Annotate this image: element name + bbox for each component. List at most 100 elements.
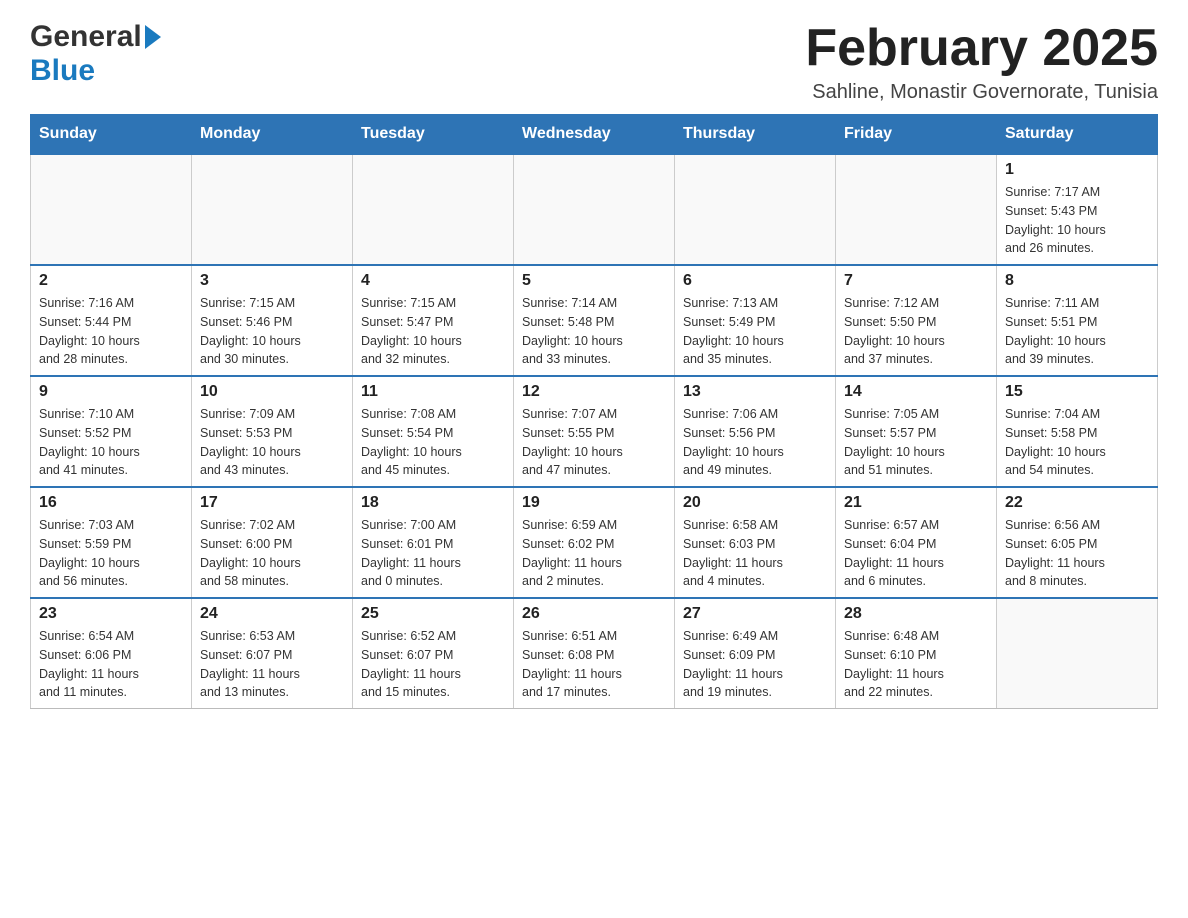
day-info: Sunrise: 6:51 AM Sunset: 6:08 PM Dayligh… <box>522 627 666 702</box>
main-title: February 2025 <box>805 20 1158 77</box>
day-number: 4 <box>361 272 505 290</box>
day-info: Sunrise: 6:59 AM Sunset: 6:02 PM Dayligh… <box>522 516 666 591</box>
day-info: Sunrise: 7:04 AM Sunset: 5:58 PM Dayligh… <box>1005 405 1149 480</box>
logo: General Blue <box>30 20 161 88</box>
day-number: 7 <box>844 272 988 290</box>
day-info: Sunrise: 6:54 AM Sunset: 6:06 PM Dayligh… <box>39 627 183 702</box>
calendar-header-wednesday: Wednesday <box>514 115 675 155</box>
day-info: Sunrise: 7:08 AM Sunset: 5:54 PM Dayligh… <box>361 405 505 480</box>
day-info: Sunrise: 6:57 AM Sunset: 6:04 PM Dayligh… <box>844 516 988 591</box>
calendar-header-thursday: Thursday <box>675 115 836 155</box>
day-info: Sunrise: 7:10 AM Sunset: 5:52 PM Dayligh… <box>39 405 183 480</box>
day-number: 5 <box>522 272 666 290</box>
day-number: 21 <box>844 494 988 512</box>
day-number: 18 <box>361 494 505 512</box>
day-number: 22 <box>1005 494 1149 512</box>
logo-triangle-icon <box>145 25 161 49</box>
calendar-cell: 3 Sunrise: 7:15 AM Sunset: 5:46 PM Daylig… <box>192 265 353 376</box>
calendar-week-row: 23 Sunrise: 6:54 AM Sunset: 6:06 PM Dayli… <box>31 598 1158 709</box>
calendar-cell: 10Sunrise: 7:09 AM Sunset: 5:53 PM Dayli… <box>192 376 353 487</box>
calendar-cell: 7 Sunrise: 7:12 AM Sunset: 5:50 PM Daylig… <box>836 265 997 376</box>
day-number: 10 <box>200 383 344 401</box>
day-info: Sunrise: 7:14 AM Sunset: 5:48 PM Dayligh… <box>522 294 666 369</box>
logo-blue-text: Blue <box>30 54 95 88</box>
calendar-cell: 15 Sunrise: 7:04 AM Sunset: 5:58 PM Dayli… <box>997 376 1158 487</box>
logo-general-text: General <box>30 20 142 54</box>
calendar-header-row: SundayMondayTuesdayWednesdayThursdayFrid… <box>31 115 1158 155</box>
day-info: Sunrise: 6:58 AM Sunset: 6:03 PM Dayligh… <box>683 516 827 591</box>
day-info: Sunrise: 7:15 AM Sunset: 5:47 PM Dayligh… <box>361 294 505 369</box>
day-info: Sunrise: 7:00 AM Sunset: 6:01 PM Dayligh… <box>361 516 505 591</box>
day-number: 13 <box>683 383 827 401</box>
calendar-header-sunday: Sunday <box>31 115 192 155</box>
day-number: 23 <box>39 605 183 623</box>
calendar-week-row: 9 Sunrise: 7:10 AM Sunset: 5:52 PM Daylig… <box>31 376 1158 487</box>
day-info: Sunrise: 6:56 AM Sunset: 6:05 PM Dayligh… <box>1005 516 1149 591</box>
calendar-cell: 5 Sunrise: 7:14 AM Sunset: 5:48 PM Daylig… <box>514 265 675 376</box>
calendar-cell: 22 Sunrise: 6:56 AM Sunset: 6:05 PM Dayli… <box>997 487 1158 598</box>
title-block: February 2025 Sahline, Monastir Governor… <box>805 20 1158 104</box>
day-info: Sunrise: 7:12 AM Sunset: 5:50 PM Dayligh… <box>844 294 988 369</box>
calendar-table: SundayMondayTuesdayWednesdayThursdayFrid… <box>30 114 1158 709</box>
day-number: 6 <box>683 272 827 290</box>
calendar-cell: 18 Sunrise: 7:00 AM Sunset: 6:01 PM Dayli… <box>353 487 514 598</box>
day-info: Sunrise: 6:48 AM Sunset: 6:10 PM Dayligh… <box>844 627 988 702</box>
location-subtitle: Sahline, Monastir Governorate, Tunisia <box>805 81 1158 104</box>
calendar-cell: 1Sunrise: 7:17 AM Sunset: 5:43 PM Daylig… <box>997 154 1158 265</box>
day-number: 9 <box>39 383 183 401</box>
calendar-cell: 14 Sunrise: 7:05 AM Sunset: 5:57 PM Dayli… <box>836 376 997 487</box>
calendar-cell <box>997 598 1158 709</box>
day-number: 24 <box>200 605 344 623</box>
calendar-cell: 8 Sunrise: 7:11 AM Sunset: 5:51 PM Daylig… <box>997 265 1158 376</box>
day-info: Sunrise: 7:07 AM Sunset: 5:55 PM Dayligh… <box>522 405 666 480</box>
day-info: Sunrise: 7:17 AM Sunset: 5:43 PM Dayligh… <box>1005 183 1149 258</box>
calendar-cell: 11 Sunrise: 7:08 AM Sunset: 5:54 PM Dayli… <box>353 376 514 487</box>
day-number: 28 <box>844 605 988 623</box>
calendar-cell <box>31 154 192 265</box>
day-number: 25 <box>361 605 505 623</box>
calendar-cell: 21 Sunrise: 6:57 AM Sunset: 6:04 PM Dayli… <box>836 487 997 598</box>
day-info: Sunrise: 7:06 AM Sunset: 5:56 PM Dayligh… <box>683 405 827 480</box>
calendar-cell <box>675 154 836 265</box>
calendar-cell: 2Sunrise: 7:16 AM Sunset: 5:44 PM Daylig… <box>31 265 192 376</box>
day-info: Sunrise: 6:49 AM Sunset: 6:09 PM Dayligh… <box>683 627 827 702</box>
day-info: Sunrise: 7:15 AM Sunset: 5:46 PM Dayligh… <box>200 294 344 369</box>
day-number: 8 <box>1005 272 1149 290</box>
calendar-cell: 9 Sunrise: 7:10 AM Sunset: 5:52 PM Daylig… <box>31 376 192 487</box>
calendar-cell: 26 Sunrise: 6:51 AM Sunset: 6:08 PM Dayli… <box>514 598 675 709</box>
calendar-cell: 20 Sunrise: 6:58 AM Sunset: 6:03 PM Dayli… <box>675 487 836 598</box>
calendar-header-saturday: Saturday <box>997 115 1158 155</box>
calendar-cell: 23 Sunrise: 6:54 AM Sunset: 6:06 PM Dayli… <box>31 598 192 709</box>
calendar-cell: 12 Sunrise: 7:07 AM Sunset: 5:55 PM Dayli… <box>514 376 675 487</box>
calendar-header-friday: Friday <box>836 115 997 155</box>
calendar-week-row: 2Sunrise: 7:16 AM Sunset: 5:44 PM Daylig… <box>31 265 1158 376</box>
calendar-header-tuesday: Tuesday <box>353 115 514 155</box>
day-info: Sunrise: 7:05 AM Sunset: 5:57 PM Dayligh… <box>844 405 988 480</box>
calendar-header-monday: Monday <box>192 115 353 155</box>
day-info: Sunrise: 7:11 AM Sunset: 5:51 PM Dayligh… <box>1005 294 1149 369</box>
day-number: 26 <box>522 605 666 623</box>
calendar-cell: 4 Sunrise: 7:15 AM Sunset: 5:47 PM Daylig… <box>353 265 514 376</box>
calendar-cell: 6Sunrise: 7:13 AM Sunset: 5:49 PM Daylig… <box>675 265 836 376</box>
calendar-cell <box>353 154 514 265</box>
day-info: Sunrise: 6:52 AM Sunset: 6:07 PM Dayligh… <box>361 627 505 702</box>
day-number: 2 <box>39 272 183 290</box>
calendar-week-row: 16 Sunrise: 7:03 AM Sunset: 5:59 PM Dayli… <box>31 487 1158 598</box>
day-number: 3 <box>200 272 344 290</box>
day-info: Sunrise: 6:53 AM Sunset: 6:07 PM Dayligh… <box>200 627 344 702</box>
day-number: 16 <box>39 494 183 512</box>
day-number: 14 <box>844 383 988 401</box>
calendar-cell: 17Sunrise: 7:02 AM Sunset: 6:00 PM Dayli… <box>192 487 353 598</box>
day-number: 20 <box>683 494 827 512</box>
day-info: Sunrise: 7:02 AM Sunset: 6:00 PM Dayligh… <box>200 516 344 591</box>
day-info: Sunrise: 7:03 AM Sunset: 5:59 PM Dayligh… <box>39 516 183 591</box>
day-number: 12 <box>522 383 666 401</box>
calendar-cell: 24 Sunrise: 6:53 AM Sunset: 6:07 PM Dayli… <box>192 598 353 709</box>
day-number: 11 <box>361 383 505 401</box>
calendar-week-row: 1Sunrise: 7:17 AM Sunset: 5:43 PM Daylig… <box>31 154 1158 265</box>
calendar-cell: 28 Sunrise: 6:48 AM Sunset: 6:10 PM Dayli… <box>836 598 997 709</box>
calendar-cell <box>192 154 353 265</box>
calendar-cell: 19Sunrise: 6:59 AM Sunset: 6:02 PM Dayli… <box>514 487 675 598</box>
day-number: 15 <box>1005 383 1149 401</box>
page-header: General Blue February 2025 Sahline, Mona… <box>30 20 1158 104</box>
